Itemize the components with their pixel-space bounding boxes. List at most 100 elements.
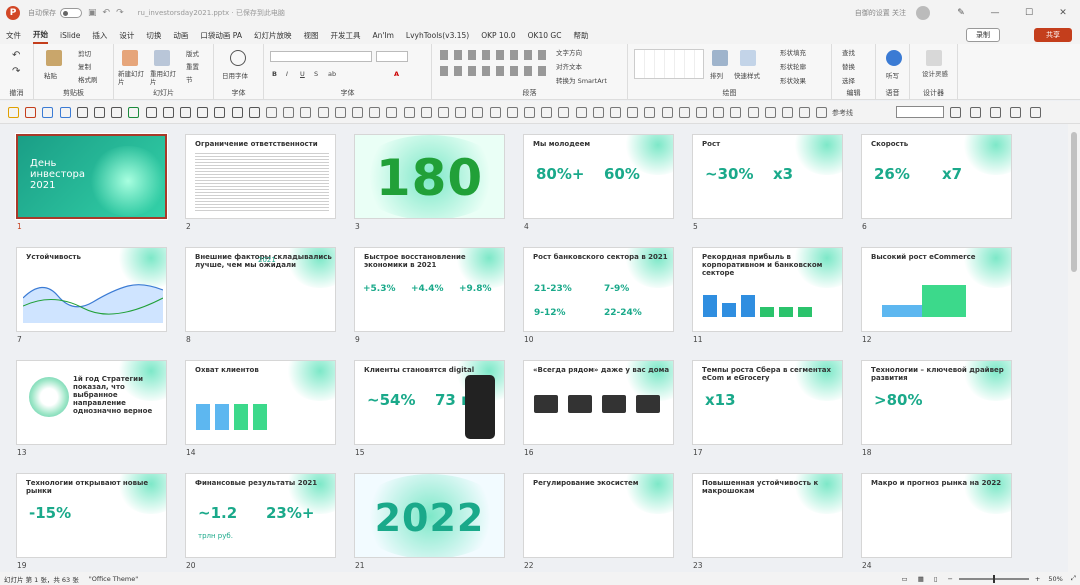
menu-tab[interactable]: OK10 GC bbox=[528, 29, 562, 42]
strike-button[interactable]: S bbox=[314, 70, 318, 78]
new-slide-button[interactable]: 新建幻灯片 bbox=[118, 70, 144, 86]
toolbar-tool-icon[interactable] bbox=[317, 107, 329, 118]
text-direction-button[interactable]: 文字方向 bbox=[556, 47, 582, 57]
copy-button[interactable]: 复制 bbox=[78, 61, 91, 71]
menu-tab[interactable]: iSlide bbox=[60, 29, 80, 42]
fit-window-icon[interactable]: ⤢ bbox=[1071, 574, 1076, 583]
toolbar-tool-icon[interactable] bbox=[950, 107, 961, 118]
toolbar-tool-icon[interactable] bbox=[678, 107, 690, 118]
save-icon[interactable]: ▣ bbox=[88, 8, 97, 18]
arrange-icon[interactable] bbox=[712, 50, 728, 66]
slide-thumbnail[interactable]: Рекордная прибыль в корпоративном и банк… bbox=[692, 247, 843, 332]
toolbar-tool-icon[interactable] bbox=[558, 107, 570, 118]
slide-thumbnail[interactable]: Мы молодеем 80%+ 60% bbox=[523, 134, 674, 219]
toolbar-tool-icon[interactable] bbox=[334, 107, 346, 118]
slide-thumbnail[interactable]: Темпы роста Сбера в сегментах eCom и eGr… bbox=[692, 360, 843, 445]
section-button[interactable]: 节 bbox=[186, 74, 193, 84]
menu-tab[interactable]: An'Im bbox=[372, 29, 393, 42]
slide-thumbnail[interactable]: Финансовые результаты 2021 трлн руб. ~1.2 2… bbox=[185, 473, 336, 558]
italic-button[interactable]: I bbox=[286, 70, 288, 78]
toolbar-tool-icon[interactable] bbox=[386, 107, 398, 118]
slide-thumbnail[interactable]: Клиенты становятся digital~54%73 млн bbox=[354, 360, 505, 445]
pen-icon[interactable]: ✎ bbox=[944, 8, 978, 18]
redo-icon[interactable]: ↷ bbox=[116, 8, 124, 18]
maximize-button[interactable]: ☐ bbox=[1012, 8, 1046, 18]
toolbar-tool-icon[interactable] bbox=[455, 107, 467, 118]
format-painter-button[interactable]: 格式刷 bbox=[78, 74, 98, 84]
menu-tab[interactable]: OKP 10.0 bbox=[481, 29, 515, 42]
toolbar-tool-icon[interactable] bbox=[696, 107, 707, 118]
toolbar-tool-icon[interactable] bbox=[799, 107, 811, 118]
vertical-scrollbar[interactable] bbox=[1068, 124, 1080, 572]
toolbar-tool-icon[interactable] bbox=[369, 107, 381, 118]
toolbar-tool-icon[interactable] bbox=[420, 107, 432, 118]
new-slide-icon[interactable] bbox=[122, 50, 138, 66]
toolbar-tool-icon[interactable] bbox=[575, 107, 587, 118]
smartart-button[interactable]: 转换为 SmartArt bbox=[556, 75, 607, 85]
font-name-dropdown[interactable] bbox=[270, 51, 372, 62]
toolbar-tool-icon[interactable] bbox=[94, 107, 105, 118]
toolbar-tool-icon[interactable] bbox=[764, 107, 776, 118]
font-color-button[interactable]: A bbox=[394, 70, 399, 78]
toolbar-tool-icon[interactable] bbox=[162, 107, 174, 118]
menu-tab[interactable]: 开始 bbox=[33, 27, 48, 44]
toolbar-tool-icon[interactable] bbox=[747, 107, 759, 118]
slide-thumbnail[interactable]: Охват клиентов bbox=[185, 360, 336, 445]
slide-thumbnail[interactable]: Скорость 26% x7 bbox=[861, 134, 1012, 219]
menu-tab[interactable]: 口袋动画 PA bbox=[200, 28, 242, 43]
design-ideas-button[interactable]: 设计灵感 bbox=[922, 70, 950, 78]
undo-icon[interactable]: ↶ bbox=[12, 50, 20, 61]
menu-tab[interactable]: 设计 bbox=[119, 28, 134, 43]
zoom-level[interactable]: 50% bbox=[1048, 575, 1062, 583]
menu-tab[interactable]: 切换 bbox=[146, 28, 161, 43]
char-spacing-button[interactable]: ab bbox=[328, 70, 336, 78]
toolbar-tool-icon[interactable] bbox=[782, 107, 793, 118]
toolbar-tool-icon[interactable] bbox=[438, 107, 449, 118]
slide-thumbnail[interactable]: Быстрое восстановление экономики в 2021 +… bbox=[354, 247, 505, 332]
toolbar-tool-icon[interactable] bbox=[180, 107, 191, 118]
align-text-button[interactable]: 对齐文本 bbox=[556, 61, 582, 71]
toolbar-tool-icon[interactable] bbox=[610, 107, 621, 118]
normal-view-icon[interactable]: ▭ bbox=[902, 575, 908, 583]
menu-tab[interactable]: 开发工具 bbox=[330, 28, 360, 43]
zoom-in-button[interactable]: + bbox=[1035, 575, 1040, 583]
toolbar-tool-icon[interactable] bbox=[231, 107, 243, 118]
close-button[interactable]: ✕ bbox=[1046, 8, 1080, 18]
dictate-button[interactable]: 听写 bbox=[886, 70, 899, 80]
replace-button[interactable]: 替换 bbox=[842, 61, 855, 71]
menu-tab[interactable]: 幻灯片放映 bbox=[254, 28, 292, 43]
toolbar-tool-icon[interactable] bbox=[506, 107, 518, 118]
undo-icon[interactable]: ↶ bbox=[103, 8, 111, 18]
underline-button[interactable]: U bbox=[300, 70, 305, 78]
zoom-slider[interactable] bbox=[958, 574, 1029, 583]
reuse-slide-button[interactable]: 重用幻灯片 bbox=[150, 70, 176, 86]
toolbar-tool-icon[interactable] bbox=[661, 107, 673, 118]
toolbar-tool-icon[interactable] bbox=[644, 107, 656, 118]
list-buttons[interactable] bbox=[440, 50, 550, 60]
bold-button[interactable]: B bbox=[272, 70, 277, 78]
toolbar-tool-icon[interactable] bbox=[524, 107, 535, 118]
toolbar-tool-icon[interactable] bbox=[76, 107, 88, 118]
menu-tab[interactable]: 文件 bbox=[6, 28, 21, 43]
menu-tab[interactable]: 视图 bbox=[303, 28, 318, 43]
toolbar-tool-icon[interactable] bbox=[42, 107, 54, 118]
quick-styles-button[interactable]: 快速样式 bbox=[734, 70, 760, 80]
select-button[interactable]: 选择 bbox=[842, 75, 855, 85]
toolbar-tool-icon[interactable] bbox=[59, 107, 71, 118]
toolbar-tool-icon[interactable] bbox=[713, 107, 725, 118]
toolbar-dropdown[interactable] bbox=[896, 106, 944, 118]
reuse-slide-icon[interactable] bbox=[154, 50, 170, 66]
font-size-dropdown[interactable] bbox=[376, 51, 408, 62]
menu-tab[interactable]: 动画 bbox=[173, 28, 188, 43]
slide-thumbnail[interactable]: Высокий рост eCommerce bbox=[861, 247, 1012, 332]
toolbar-tool-icon[interactable] bbox=[25, 107, 37, 118]
quick-styles-icon[interactable] bbox=[740, 50, 756, 66]
toolbar-tool-icon[interactable] bbox=[592, 107, 604, 118]
toolbar-tool-icon[interactable] bbox=[283, 107, 295, 118]
toolbar-tool-icon[interactable] bbox=[970, 107, 981, 118]
font-preset-button[interactable]: 日用字体 bbox=[222, 70, 248, 80]
slide-thumbnail[interactable]: 1й год Стратегии показал, что выбранное … bbox=[16, 360, 167, 445]
toolbar-tool-icon[interactable] bbox=[111, 107, 123, 118]
shape-fill-button[interactable]: 形状填充 bbox=[780, 47, 806, 57]
slide-thumbnail[interactable]: Рост банковского сектора в 2021 21-23% 7-9… bbox=[523, 247, 674, 332]
